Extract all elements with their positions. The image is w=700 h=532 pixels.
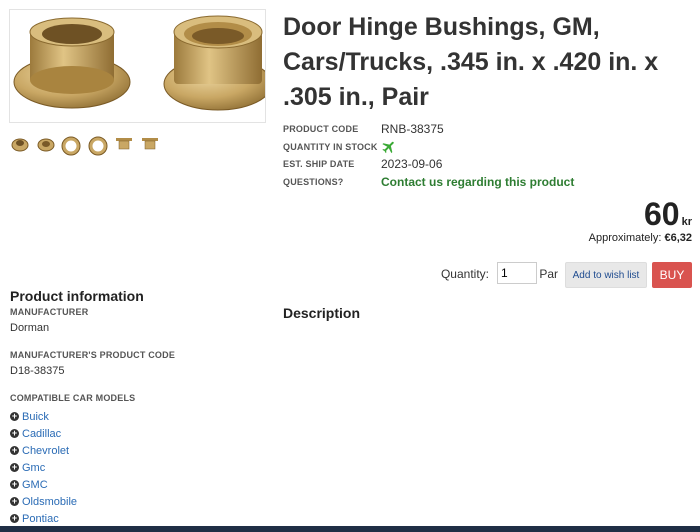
ship-date-value: 2023-09-06 — [381, 157, 443, 171]
purchase-controls: Quantity: Par Add to wish list BUY — [432, 262, 692, 288]
unit-label: Par — [539, 267, 558, 281]
model-link[interactable]: Pontiac — [22, 512, 59, 526]
list-item: + Gmc — [10, 459, 270, 476]
approx-value: €6,32 — [664, 232, 692, 244]
model-link[interactable]: Oldsmobile — [22, 495, 77, 509]
compatible-models-list: + Buick + Cadillac + Chevrolet + Gmc + GMC + O… — [10, 408, 270, 527]
quantity-label: Quantity: — [440, 267, 489, 281]
buy-button[interactable]: BUY — [652, 262, 692, 288]
product-info-heading: Product information — [10, 288, 144, 304]
model-link[interactable]: Buick — [22, 410, 49, 424]
thumbnail-5[interactable] — [115, 136, 133, 152]
product-gallery — [9, 9, 273, 156]
manufacturer-value: Dorman — [10, 322, 50, 334]
approx-label: Approximately: — [588, 232, 662, 244]
footer-bar — [0, 526, 700, 532]
model-link[interactable]: GMC — [22, 478, 48, 492]
spec-label: PRODUCT CODE — [283, 124, 359, 134]
price-currency: kr — [681, 216, 692, 228]
thumbnail-6[interactable] — [141, 136, 159, 152]
spec-label: EST. SHIP DATE — [283, 159, 355, 169]
price-approximate: Approximately: €6,32 — [589, 232, 692, 244]
quantity-input[interactable] — [497, 262, 537, 284]
plus-circle-icon[interactable]: + — [10, 463, 19, 472]
airplane-icon — [381, 139, 397, 158]
price-amount: 60 — [644, 196, 680, 232]
thumbnail-strip — [9, 136, 179, 162]
list-item: + Oldsmobile — [10, 493, 270, 510]
plus-circle-icon[interactable]: + — [10, 480, 19, 489]
thumbnail-4[interactable] — [88, 136, 108, 156]
product-specs: PRODUCT CODE RNB-38375 QUANTITY IN STOCK… — [283, 122, 683, 192]
manufacturer-label: MANUFACTURER — [10, 307, 89, 317]
bushing-image — [13, 15, 273, 111]
list-item: + Buick — [10, 408, 270, 425]
plus-circle-icon[interactable]: + — [10, 446, 19, 455]
product-code-value: RNB-38375 — [381, 122, 444, 136]
models-label: COMPATIBLE CAR MODELS — [10, 393, 136, 403]
contact-link[interactable]: Contact us regarding this product — [381, 175, 574, 189]
plus-circle-icon[interactable]: + — [10, 429, 19, 438]
spec-label: QUANTITY IN STOCK — [283, 141, 378, 152]
add-to-wishlist-button[interactable]: Add to wish list — [565, 262, 647, 288]
product-title: Door Hinge Bushings, GM, Cars/Trucks, .3… — [283, 13, 659, 111]
thumbnail-1[interactable] — [11, 136, 29, 152]
spec-label: QUESTIONS? — [283, 176, 344, 187]
mpc-value: D18-38375 — [10, 365, 65, 377]
thumbnail-2[interactable] — [37, 136, 55, 152]
plus-circle-icon[interactable]: + — [10, 497, 19, 506]
list-item: + GMC — [10, 476, 270, 493]
plus-circle-icon[interactable]: + — [10, 412, 19, 421]
spec-ship-date: EST. SHIP DATE 2023-09-06 — [283, 157, 683, 175]
spec-questions: QUESTIONS? Contact us regarding this pro… — [283, 175, 683, 193]
thumbnail-3[interactable] — [61, 136, 81, 156]
description-heading: Description — [283, 305, 361, 321]
spec-product-code: PRODUCT CODE RNB-38375 — [283, 122, 683, 140]
list-item: + Cadillac — [10, 425, 270, 442]
model-link[interactable]: Gmc — [22, 461, 45, 475]
mpc-label: MANUFACTURER'S PRODUCT CODE — [10, 350, 176, 360]
list-item: + Pontiac — [10, 510, 270, 527]
list-item: + Chevrolet — [10, 442, 270, 459]
main-product-image[interactable] — [9, 9, 273, 123]
product-information: Product information MANUFACTURER Dorman … — [10, 288, 270, 527]
spec-quantity: QUANTITY IN STOCK — [283, 140, 683, 158]
model-link[interactable]: Chevrolet — [22, 444, 69, 458]
model-link[interactable]: Cadillac — [22, 427, 61, 441]
price-block: 60 kr Approximately: €6,32 — [589, 196, 692, 244]
plus-circle-icon[interactable]: + — [10, 514, 19, 523]
